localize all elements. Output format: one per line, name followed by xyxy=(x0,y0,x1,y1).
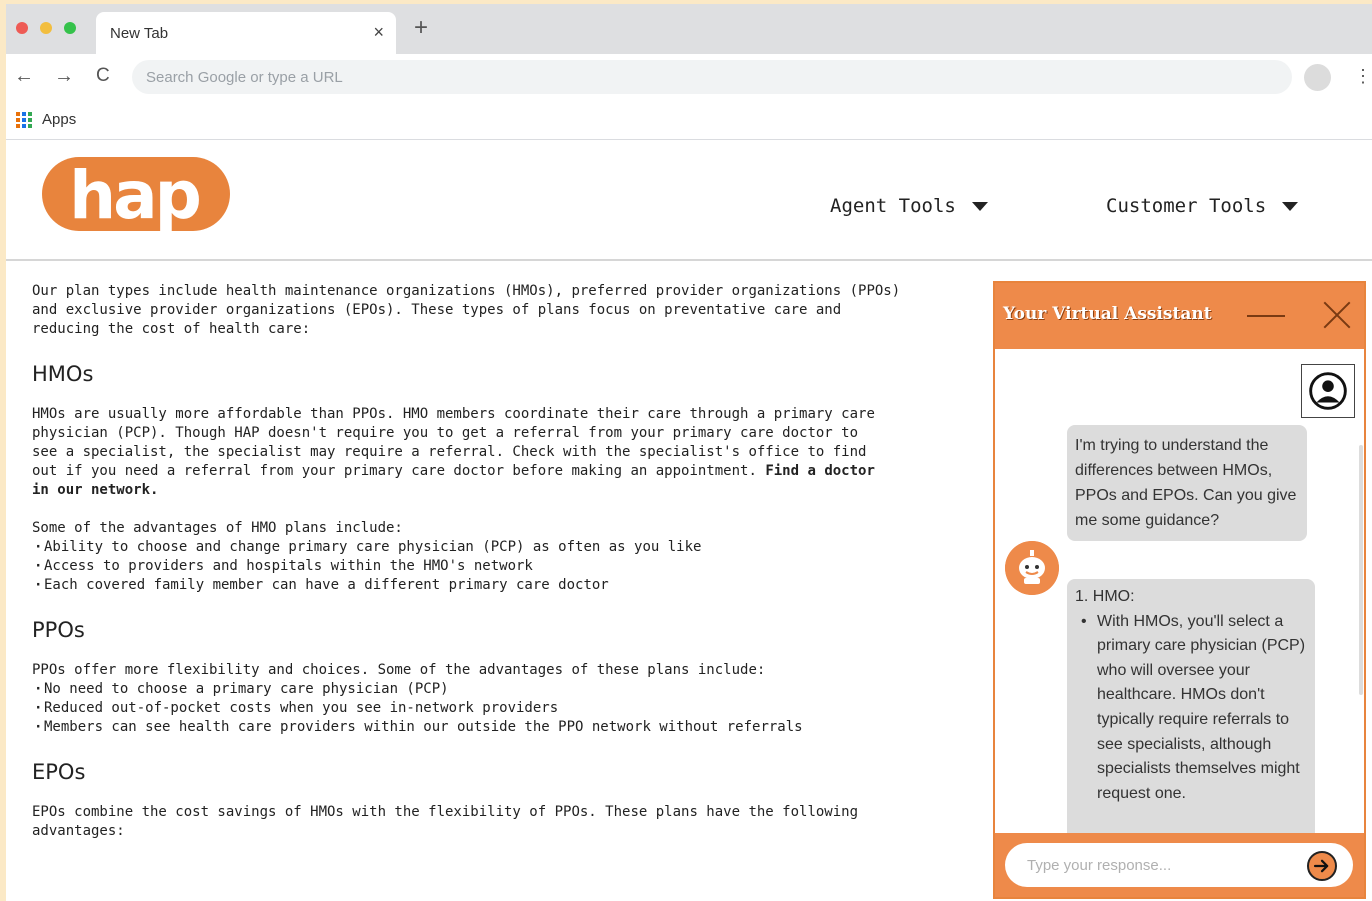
intro-line: Our plan types include health maintenanc… xyxy=(32,283,901,299)
intro-line: reducing the cost of health care: xyxy=(32,321,311,337)
browser-toolbar: ← → C ⋮ xyxy=(6,54,1372,100)
tab-new-tab[interactable]: New Tab × xyxy=(96,12,396,54)
list-item: Ability to choose and change primary car… xyxy=(32,538,982,557)
bot-message-bullet: With HMOs, you'll select a primary care … xyxy=(1075,610,1307,807)
ppo-advantages-list: No need to choose a primary care physici… xyxy=(32,680,982,737)
find-doctor-link-continued[interactable]: in our network. xyxy=(32,481,982,500)
reload-icon[interactable]: C xyxy=(96,64,110,88)
apps-bookmark[interactable]: Apps xyxy=(42,111,76,128)
chevron-down-icon xyxy=(1282,202,1299,211)
forward-arrow-icon[interactable]: → xyxy=(54,64,74,88)
hmo-heading: HMOs xyxy=(32,362,94,386)
site-header: hap Agent Tools Customer Tools xyxy=(6,141,1372,261)
hmo-advantages-intro: Some of the advantages of HMO plans incl… xyxy=(32,520,403,536)
address-input[interactable] xyxy=(132,60,1292,94)
list-item: No need to choose a primary care physici… xyxy=(32,680,982,699)
chat-input-container xyxy=(1005,843,1353,887)
bot-message-heading: 1. HMO: xyxy=(1075,588,1135,605)
tab-strip: New Tab × + xyxy=(6,4,1372,54)
logo-text: hap xyxy=(69,157,200,233)
tab-close-icon[interactable]: × xyxy=(373,22,384,43)
ppo-heading: PPOs xyxy=(32,618,85,642)
hmo-advantages-list: Ability to choose and change primary car… xyxy=(32,538,982,595)
chat-footer xyxy=(995,833,1364,897)
list-item: Each covered family member can have a di… xyxy=(32,576,982,595)
user-message: I'm trying to understand the differences… xyxy=(1067,425,1307,541)
chevron-down-icon xyxy=(971,202,988,211)
list-item: Access to providers and hospitals within… xyxy=(32,557,982,576)
user-avatar-icon xyxy=(1301,364,1355,418)
find-doctor-link[interactable]: Find a doctor xyxy=(765,463,875,479)
customer-tools-label: Customer Tools xyxy=(1106,195,1267,217)
browser-window: New Tab × + ← → C ⋮ Apps hap Agent Tools… xyxy=(6,4,1372,901)
close-chat-icon[interactable] xyxy=(1320,297,1354,331)
tab-title: New Tab xyxy=(110,25,169,42)
list-item: Members can see health care providers wi… xyxy=(32,718,982,737)
profile-avatar-icon[interactable] xyxy=(1304,64,1331,91)
chat-scrollbar[interactable] xyxy=(1359,445,1363,695)
ppo-intro: PPOs offer more flexibility and choices.… xyxy=(32,662,766,678)
back-arrow-icon[interactable]: ← xyxy=(14,64,34,88)
hmo-paragraph-line: physician (PCP). Though HAP doesn't requ… xyxy=(32,425,859,441)
maximize-window-button[interactable] xyxy=(64,22,76,34)
virtual-assistant-widget: Your Virtual Assistant I'm trying to und… xyxy=(993,281,1366,899)
main-content: Our plan types include health maintenanc… xyxy=(32,282,982,841)
customer-tools-menu[interactable]: Customer Tools xyxy=(1106,195,1299,217)
minimize-window-button[interactable] xyxy=(40,22,52,34)
epo-paragraph-line: EPOs combine the cost savings of HMOs wi… xyxy=(32,804,859,820)
close-window-button[interactable] xyxy=(16,22,28,34)
minimize-chat-icon[interactable] xyxy=(1247,315,1285,317)
bookmarks-bar: Apps xyxy=(6,100,1372,140)
chat-response-input[interactable] xyxy=(1005,843,1295,887)
browser-menu-icon[interactable]: ⋮ xyxy=(1354,66,1372,86)
send-arrow-icon[interactable] xyxy=(1307,851,1337,881)
agent-tools-label: Agent Tools xyxy=(830,195,956,217)
hmo-paragraph-line: see a specialist, the specialist may req… xyxy=(32,444,867,460)
new-tab-button[interactable]: + xyxy=(414,16,428,40)
address-bar[interactable] xyxy=(132,60,1292,94)
bot-avatar-icon xyxy=(1005,541,1059,595)
bot-message: 1. HMO: With HMOs, you'll select a prima… xyxy=(1067,579,1315,833)
chat-messages[interactable]: I'm trying to understand the differences… xyxy=(995,349,1364,833)
hmo-paragraph-line: HMOs are usually more affordable than PP… xyxy=(32,406,875,422)
hmo-paragraph-line: out if you need a referral from your pri… xyxy=(32,463,875,479)
list-item: Reduced out-of-pocket costs when you see… xyxy=(32,699,982,718)
epo-paragraph-line: advantages: xyxy=(32,823,125,839)
chat-header: Your Virtual Assistant xyxy=(995,283,1364,349)
apps-grid-icon[interactable] xyxy=(16,112,32,128)
chat-title: Your Virtual Assistant xyxy=(1003,304,1212,324)
agent-tools-menu[interactable]: Agent Tools xyxy=(830,195,988,217)
epo-heading: EPOs xyxy=(32,760,86,784)
hap-logo[interactable]: hap xyxy=(42,155,230,233)
intro-line: and exclusive provider organizations (EP… xyxy=(32,302,842,318)
